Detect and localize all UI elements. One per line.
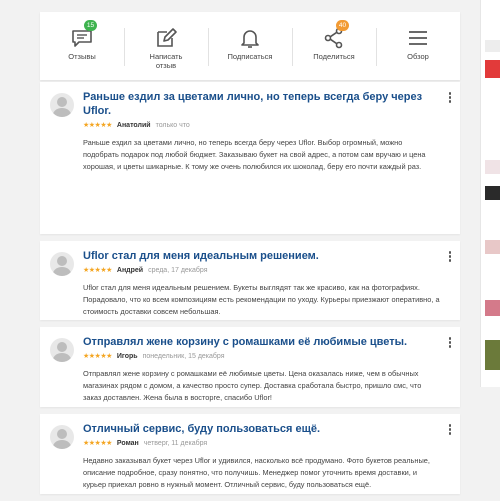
ad-thumbnail[interactable] [485, 40, 500, 52]
write-review-button[interactable]: Написать отзыв [124, 12, 208, 80]
review-card: Отправлял жене корзину с ромашками её лю… [40, 327, 460, 407]
review-meta: ★★★★★ Игорь понедельник, 15 декабря [83, 352, 440, 362]
review-card: Отличный сервис, буду пользоваться ещё. … [40, 414, 460, 494]
ad-thumbnail[interactable] [485, 60, 500, 78]
reviews-tab[interactable]: 15 Отзывы [40, 12, 124, 80]
share-button[interactable]: 40 Поделиться [292, 12, 376, 80]
ad-thumbnail[interactable] [485, 340, 500, 370]
more-options-icon[interactable] [448, 424, 452, 435]
ad-thumbnail[interactable] [485, 186, 500, 200]
review-meta: ★★★★★ Роман четверг, 11 декабря [83, 439, 440, 449]
bell-icon [238, 26, 262, 50]
review-author: Роман [116, 440, 139, 447]
ad-thumbnail[interactable] [485, 240, 500, 254]
review-author: Игорь [116, 353, 138, 360]
share-count-badge: 40 [336, 20, 349, 31]
ad-thumbnail[interactable] [485, 300, 500, 316]
reviews-count-badge: 15 [84, 20, 97, 31]
review-author: Андрей [116, 267, 144, 274]
review-title[interactable]: Отправлял жене корзину с ромашками её лю… [83, 335, 440, 349]
review-meta: ★★★★★ Андрей среда, 17 декабря [83, 266, 440, 276]
review-meta: ★★★★★ Анатолий только что [83, 121, 440, 131]
overview-button[interactable]: Обзор [376, 12, 460, 80]
review-card: Раньше ездил за цветами лично, но теперь… [40, 82, 460, 234]
review-title[interactable]: Отличный сервис, буду пользоваться ещё. [83, 422, 440, 436]
more-options-icon[interactable] [448, 251, 452, 262]
more-options-icon[interactable] [448, 337, 452, 348]
review-list: Раньше ездил за цветами лично, но теперь… [40, 82, 460, 501]
avatar [50, 252, 74, 276]
review-toolbar: 15 Отзывы Написать отзыв Подписаться 40 … [40, 12, 460, 80]
rating-stars: ★★★★★ [83, 122, 112, 129]
review-title[interactable]: Раньше ездил за цветами лично, но теперь… [83, 90, 440, 118]
review-text: Раньше ездил за цветами лично, но теперь… [83, 138, 426, 171]
subscribe-label: Подписаться [227, 52, 273, 61]
share-label: Поделиться [313, 52, 355, 61]
review-date: понедельник, 15 декабря [142, 353, 225, 360]
review-date: четверг, 11 декабря [143, 440, 208, 447]
rating-stars: ★★★★★ [83, 440, 112, 447]
write-review-label: Написать отзыв [149, 52, 183, 70]
subscribe-button[interactable]: Подписаться [208, 12, 292, 80]
review-text: Недавно заказывал букет через Uflor и уд… [83, 456, 430, 489]
ad-thumbnail[interactable] [485, 160, 500, 174]
reviews-tab-label: Отзывы [68, 52, 96, 61]
menu-icon [406, 26, 430, 50]
more-options-icon[interactable] [448, 92, 452, 103]
share-icon: 40 [322, 20, 349, 50]
avatar [50, 338, 74, 362]
avatar [50, 93, 74, 117]
review-author: Анатолий [116, 122, 151, 129]
comment-icon: 15 [70, 20, 97, 50]
review-date: только что [155, 122, 190, 129]
right-sidebar-ads [480, 0, 500, 387]
review-date: среда, 17 декабря [148, 267, 208, 274]
left-margin [0, 0, 40, 387]
overview-label: Обзор [407, 52, 429, 61]
pencil-icon [154, 26, 178, 50]
review-card: Uflor стал для меня идеальным решением. … [40, 241, 460, 320]
rating-stars: ★★★★★ [83, 353, 112, 360]
avatar [50, 425, 74, 449]
review-title[interactable]: Uflor стал для меня идеальным решением. [83, 249, 440, 263]
rating-stars: ★★★★★ [83, 267, 112, 274]
review-text: Отправлял жене корзину с ромашками её лю… [83, 369, 422, 402]
review-text: Uflor стал для меня идеальным решением. … [83, 283, 440, 316]
